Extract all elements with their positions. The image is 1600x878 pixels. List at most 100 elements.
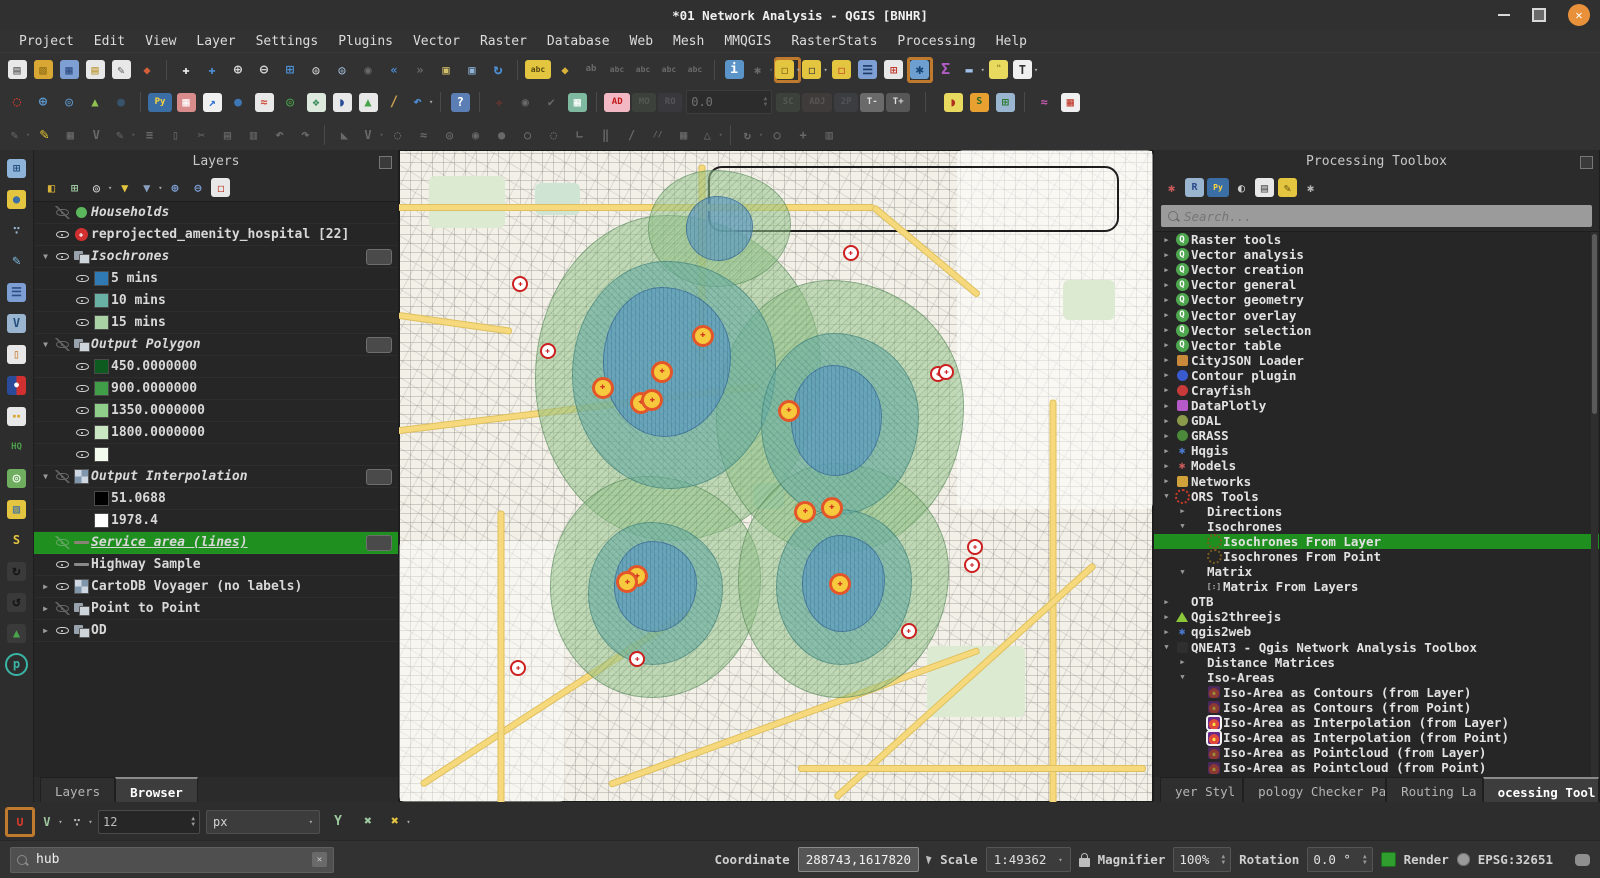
cad-t-plus-button[interactable]: T+: [886, 90, 910, 114]
cat-vector-selection[interactable]: ▶QVector selection: [1154, 323, 1599, 338]
visibility-eye-icon[interactable]: [75, 294, 90, 307]
menu-edit[interactable]: Edit: [85, 33, 134, 50]
messages-icon[interactable]: [1575, 854, 1590, 866]
visibility-eye-icon[interactable]: [55, 558, 70, 571]
add-vector-points-button[interactable]: ∵: [4, 218, 30, 242]
alg-isoarea-pointcloud-point[interactable]: Iso-Area as Pointcloud (from Point): [1154, 760, 1599, 775]
processing-toolbox-button[interactable]: ✱: [908, 58, 932, 82]
menu-database[interactable]: Database: [538, 33, 619, 50]
amenity-cross-marker[interactable]: ✚: [964, 557, 980, 573]
alg-isoarea-interp-point[interactable]: Iso-Area as Interpolation (from Point): [1154, 730, 1599, 745]
split-features-button[interactable]: /: [620, 123, 644, 147]
map-canvas[interactable]: ✚✚✚✚✚✚✚✚✚✚✚✚✚✚✚✚✚✚✚✚✚: [399, 150, 1153, 802]
prov-contour[interactable]: ▶Contour plugin: [1154, 368, 1599, 383]
merge-attributes-button[interactable]: ▥: [817, 123, 841, 147]
rotate-label-button[interactable]: abc: [657, 58, 681, 82]
check-geometries-button[interactable]: ✔: [539, 90, 563, 114]
class-900[interactable]: 900.0000000: [34, 378, 398, 400]
ors-matrix[interactable]: ▼Matrix: [1154, 564, 1599, 579]
refresh-map-button[interactable]: ↻: [486, 58, 510, 82]
data-source-manager-button[interactable]: ⊞: [4, 156, 30, 180]
hospital-marker[interactable]: ✚: [641, 389, 663, 411]
add-wms-layer-button[interactable]: ●: [4, 187, 30, 211]
cad-ro-button[interactable]: RO: [658, 90, 682, 114]
mini-chart-plugin-button[interactable]: ▪▪: [4, 404, 30, 428]
oblique-photo-button[interactable]: ◉: [513, 90, 537, 114]
menu-layer[interactable]: Layer: [187, 33, 244, 50]
prov-cityjson[interactable]: ▶CityJSON Loader: [1154, 353, 1599, 368]
hqgis-button[interactable]: HQ: [4, 435, 30, 459]
measure-button[interactable]: ▬▾: [960, 58, 985, 82]
run-feature-action-button[interactable]: ✱▾: [748, 58, 773, 82]
highlight-labels-button[interactable]: abc: [605, 58, 629, 82]
ors-directions[interactable]: ▶Directions: [1154, 504, 1599, 519]
prov-models[interactable]: ▶✱Models: [1154, 458, 1599, 473]
expand-arrow-icon[interactable]: ▼: [38, 252, 53, 261]
group-od[interactable]: ▶OD: [34, 620, 398, 642]
alg-isoarea-pointcloud-layer[interactable]: Iso-Area as Pointcloud (from Layer): [1154, 745, 1599, 760]
group-isochrones[interactable]: ▼Isochrones: [34, 246, 398, 268]
toolbox-scrollbar[interactable]: [1591, 232, 1598, 777]
amenity-cross-marker[interactable]: ✚: [843, 245, 859, 261]
delete-ring-button[interactable]: ○: [516, 123, 540, 147]
prov-networks[interactable]: ▶Networks: [1154, 474, 1599, 489]
snap-tolerance-spin[interactable]: 12▲▼: [98, 810, 200, 834]
layer-highway-sample[interactable]: Highway Sample: [34, 554, 398, 576]
menu-raster[interactable]: Raster: [471, 33, 536, 50]
cat-vector-overlay[interactable]: ▶QVector overlay: [1154, 307, 1599, 322]
add-mesh-layer-button[interactable]: ☰: [4, 280, 30, 304]
open-attribute-table-button[interactable]: ☰: [856, 58, 880, 82]
menu-web[interactable]: Web: [621, 33, 662, 50]
zoom-to-layer-button[interactable]: ◎: [330, 58, 354, 82]
visibility-eye-icon[interactable]: [75, 360, 90, 373]
filter-legend-button[interactable]: ▼: [114, 177, 135, 198]
alg-isoarea-contours-layer[interactable]: Iso-Area as Contours (from Layer): [1154, 685, 1599, 700]
menu-mesh[interactable]: Mesh: [664, 33, 713, 50]
s-plugin-button[interactable]: S: [4, 528, 30, 552]
zoom-full-button[interactable]: ⊞: [278, 58, 302, 82]
cad-mo-button[interactable]: MO: [632, 90, 656, 114]
add-part-button[interactable]: ◉: [464, 123, 488, 147]
cat-vector-geometry[interactable]: ▶QVector geometry: [1154, 292, 1599, 307]
deselect-all-button[interactable]: ◻: [830, 58, 854, 82]
visibility-eye-icon[interactable]: [75, 382, 90, 395]
class-51[interactable]: 51.0688: [34, 488, 398, 510]
menu-processing[interactable]: Processing: [888, 33, 984, 50]
layer-indicator-badge[interactable]: [366, 249, 392, 265]
prov-gdal[interactable]: ▶GDAL: [1154, 413, 1599, 428]
amenity-cross-marker[interactable]: ✚: [510, 660, 526, 676]
text-annotation-button[interactable]: T▾: [1013, 58, 1038, 82]
prov-qgis2threejs[interactable]: ▶Qgis2threejs: [1154, 609, 1599, 624]
undo-plugin-button[interactable]: ↺: [4, 590, 30, 614]
coordinate-input[interactable]: 288743,1617820: [798, 847, 919, 872]
zoom-in-button[interactable]: ⊕: [226, 58, 250, 82]
snapping-toggle-button[interactable]: ∪: [6, 808, 34, 836]
select-features-button[interactable]: ◻▾: [775, 58, 800, 82]
manage-map-themes-button[interactable]: ◎▾: [87, 177, 112, 198]
menu-settings[interactable]: Settings: [247, 33, 328, 50]
group-output-interpolation[interactable]: ▼Output Interpolation: [34, 466, 398, 488]
cat-vector-table[interactable]: ▶QVector table: [1154, 338, 1599, 353]
amenity-cross-marker[interactable]: ✚: [512, 276, 528, 292]
hospital-marker[interactable]: ✚: [616, 571, 638, 593]
offset-point-symbol-button[interactable]: ○: [765, 123, 789, 147]
select-by-expression-button[interactable]: ◻▾: [802, 58, 827, 82]
merge-features-button[interactable]: ▦: [672, 123, 696, 147]
dock-tab[interactable]: pology Checker Pa: [1243, 777, 1386, 802]
locator-input[interactable]: [34, 851, 305, 868]
layer-diagram-button[interactable]: ◆: [553, 58, 577, 82]
history-button[interactable]: ◐: [1231, 177, 1252, 198]
style-manager-button[interactable]: ◆: [135, 58, 159, 82]
visibility-eye-icon[interactable]: [55, 624, 70, 637]
visibility-eye-off-icon[interactable]: [55, 536, 70, 549]
rotate-feature-button[interactable]: ◌: [386, 123, 410, 147]
move-label-button[interactable]: abc: [631, 58, 655, 82]
save-layer-edits-button[interactable]: ▦: [58, 123, 82, 147]
cad-sc-button[interactable]: SC: [776, 90, 800, 114]
prov-hqgis[interactable]: ▶✱Hqgis: [1154, 443, 1599, 458]
lastools-button[interactable]: /: [382, 90, 406, 114]
add-ring-button[interactable]: ◎: [438, 123, 462, 147]
cad-t-minus-button[interactable]: T-: [860, 90, 884, 114]
menu-help[interactable]: Help: [987, 33, 1036, 50]
collapse-all-button[interactable]: ⊖: [187, 177, 208, 198]
